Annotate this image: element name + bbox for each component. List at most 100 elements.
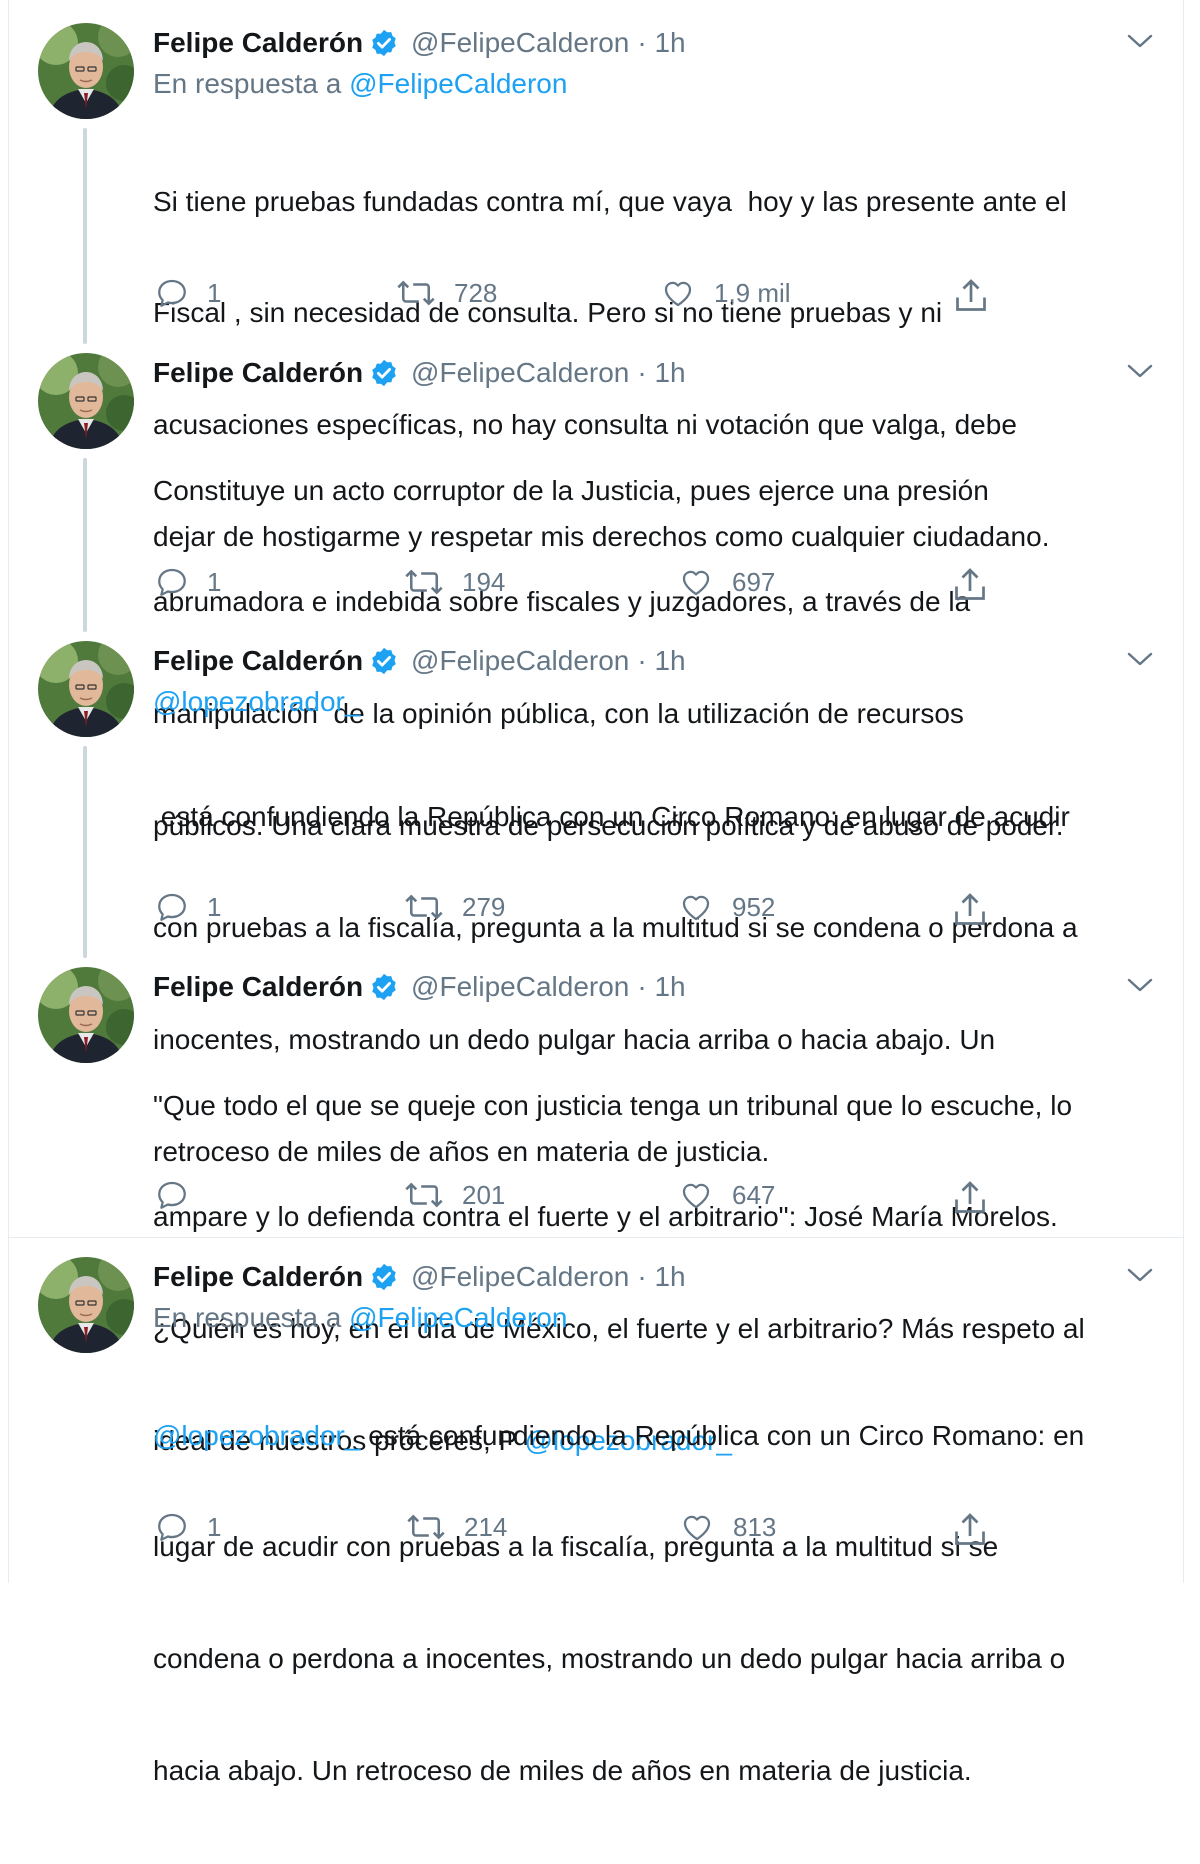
avatar[interactable]	[38, 1257, 134, 1353]
reply-count: 1	[207, 277, 222, 308]
heart-icon	[679, 1510, 733, 1544]
tweet-text-line: Si tiene pruebas fundadas contra mí, que…	[153, 185, 1067, 217]
like-button[interactable]: 952	[678, 890, 775, 924]
avatar[interactable]	[38, 353, 134, 449]
tweet-header: Felipe Calderón @FelipeCalderon · 1h	[153, 643, 686, 679]
tweet-actions: 1 194 697	[0, 565, 1200, 605]
author-name[interactable]: Felipe Calderón	[153, 645, 363, 677]
avatar[interactable]	[38, 967, 134, 1063]
tweet-actions: 1 279 952	[0, 890, 1200, 930]
timestamp[interactable]: · 1h	[637, 971, 685, 1003]
heart-icon	[660, 276, 714, 310]
retweet-button[interactable]: 194	[404, 565, 505, 599]
retweet-count: 194	[462, 566, 506, 597]
chevron-down-icon[interactable]	[1126, 362, 1154, 380]
mention-line: @lopezobrador_	[153, 686, 360, 718]
timestamp[interactable]: · 1h	[637, 27, 685, 59]
tweet-text-line: @lopezobrador_ está confundiendo la Repú…	[153, 1417, 1163, 1454]
tweet-actions: 201 647	[0, 1178, 1200, 1218]
reply-button[interactable]: 1	[155, 1510, 221, 1544]
timestamp[interactable]: · 1h	[637, 645, 685, 677]
verified-badge-icon	[369, 646, 399, 676]
reply-button[interactable]: 1	[155, 565, 221, 599]
chevron-down-icon[interactable]	[1126, 650, 1154, 668]
reply-count: 1	[207, 891, 222, 922]
mention-link[interactable]: @lopezobrador_	[153, 1420, 360, 1451]
avatar[interactable]	[38, 23, 134, 119]
tweet[interactable]: Felipe Calderón @FelipeCalderon · 1h En …	[0, 1234, 1200, 1786]
reply-icon	[155, 1178, 207, 1212]
like-button[interactable]: 697	[678, 565, 775, 599]
tweet[interactable]: Felipe Calderón @FelipeCalderon · 1h En …	[0, 0, 1200, 552]
retweet-button[interactable]: 728	[396, 276, 497, 310]
reply-prefix: En respuesta a	[153, 1302, 342, 1333]
avatar[interactable]	[38, 641, 134, 737]
tweet-text-line: hacia abajo. Un retroceso de miles de añ…	[153, 1755, 972, 1787]
author-handle[interactable]: @FelipeCalderon	[411, 645, 629, 677]
tweet-text-segment: está confundiendo la República con un Ci…	[360, 1419, 1085, 1451]
tweet-text-line: "Que todo el que se queje con justicia t…	[153, 1089, 1073, 1121]
like-button[interactable]: 647	[678, 1178, 775, 1212]
tweet-header: Felipe Calderón @FelipeCalderon · 1h	[153, 969, 686, 1005]
reply-handle-link[interactable]: @FelipeCalderon	[349, 1302, 567, 1333]
tweet-text-line: Constituye un acto corruptor de la Justi…	[153, 474, 989, 506]
tweet-actions: 1 728 1,9 mil	[0, 276, 1200, 316]
reply-icon	[155, 565, 207, 599]
author-handle[interactable]: @FelipeCalderon	[411, 971, 629, 1003]
like-button[interactable]: 813	[679, 1510, 776, 1544]
author-name[interactable]: Felipe Calderón	[153, 357, 363, 389]
tweet[interactable]: Felipe Calderón @FelipeCalderon · 1h @lo…	[0, 618, 1200, 1167]
timestamp[interactable]: · 1h	[637, 357, 685, 389]
tweet-actions: 1 214 813	[0, 1510, 1200, 1550]
reply-button[interactable]: 1	[155, 890, 221, 924]
like-button[interactable]: 1,9 mil	[660, 276, 791, 310]
share-icon[interactable]	[952, 565, 988, 605]
verified-badge-icon	[369, 972, 399, 1002]
retweet-icon	[404, 890, 462, 924]
verified-badge-icon	[369, 358, 399, 388]
share-icon[interactable]	[952, 1510, 988, 1550]
like-count: 813	[733, 1511, 777, 1542]
retweet-count: 214	[464, 1511, 508, 1542]
reply-prefix: En respuesta a	[153, 68, 342, 99]
author-handle[interactable]: @FelipeCalderon	[411, 357, 629, 389]
retweet-icon	[406, 1510, 464, 1544]
like-count: 952	[732, 891, 776, 922]
author-name[interactable]: Felipe Calderón	[153, 971, 363, 1003]
tweet-text: @lopezobrador_ está confundiendo la Repú…	[153, 1342, 1163, 1864]
chevron-down-icon[interactable]	[1126, 1266, 1154, 1284]
tweet-text-line: condena o perdona a inocentes, mostrando…	[153, 1643, 1066, 1675]
author-handle[interactable]: @FelipeCalderon	[411, 27, 629, 59]
chevron-down-icon[interactable]	[1126, 32, 1154, 50]
retweet-button[interactable]: 279	[404, 890, 505, 924]
reply-button[interactable]	[155, 1178, 207, 1212]
tweet[interactable]: Felipe Calderón @FelipeCalderon · 1h Con…	[0, 330, 1200, 841]
timestamp[interactable]: · 1h	[637, 1261, 685, 1293]
share-icon[interactable]	[952, 1178, 988, 1218]
reply-icon	[155, 1510, 207, 1544]
retweet-count: 201	[462, 1179, 506, 1210]
retweet-count: 728	[454, 277, 498, 308]
tweet[interactable]: Felipe Calderón @FelipeCalderon · 1h "Qu…	[0, 944, 1200, 1456]
share-icon[interactable]	[953, 276, 989, 316]
tweet-header: Felipe Calderón @FelipeCalderon · 1h	[153, 355, 686, 391]
reply-context: En respuesta a @FelipeCalderon	[153, 1302, 567, 1334]
verified-badge-icon	[369, 28, 399, 58]
reply-icon	[155, 276, 207, 310]
share-icon[interactable]	[952, 890, 988, 930]
reply-context: En respuesta a @FelipeCalderon	[153, 68, 567, 100]
like-count: 1,9 mil	[714, 277, 791, 308]
retweet-button[interactable]: 214	[406, 1510, 507, 1544]
mention-link[interactable]: @lopezobrador_	[153, 686, 360, 717]
reply-handle-link[interactable]: @FelipeCalderon	[349, 68, 567, 99]
author-name[interactable]: Felipe Calderón	[153, 1261, 363, 1293]
author-handle[interactable]: @FelipeCalderon	[411, 1261, 629, 1293]
tweet-text-line: está confundiendo la República con un Ci…	[153, 800, 1070, 832]
reply-button[interactable]: 1	[155, 276, 221, 310]
author-name[interactable]: Felipe Calderón	[153, 27, 363, 59]
tweet-header: Felipe Calderón @FelipeCalderon · 1h	[153, 1259, 686, 1295]
retweet-button[interactable]: 201	[404, 1178, 505, 1212]
chevron-down-icon[interactable]	[1126, 976, 1154, 994]
retweet-icon	[404, 1178, 462, 1212]
verified-badge-icon	[369, 1262, 399, 1292]
